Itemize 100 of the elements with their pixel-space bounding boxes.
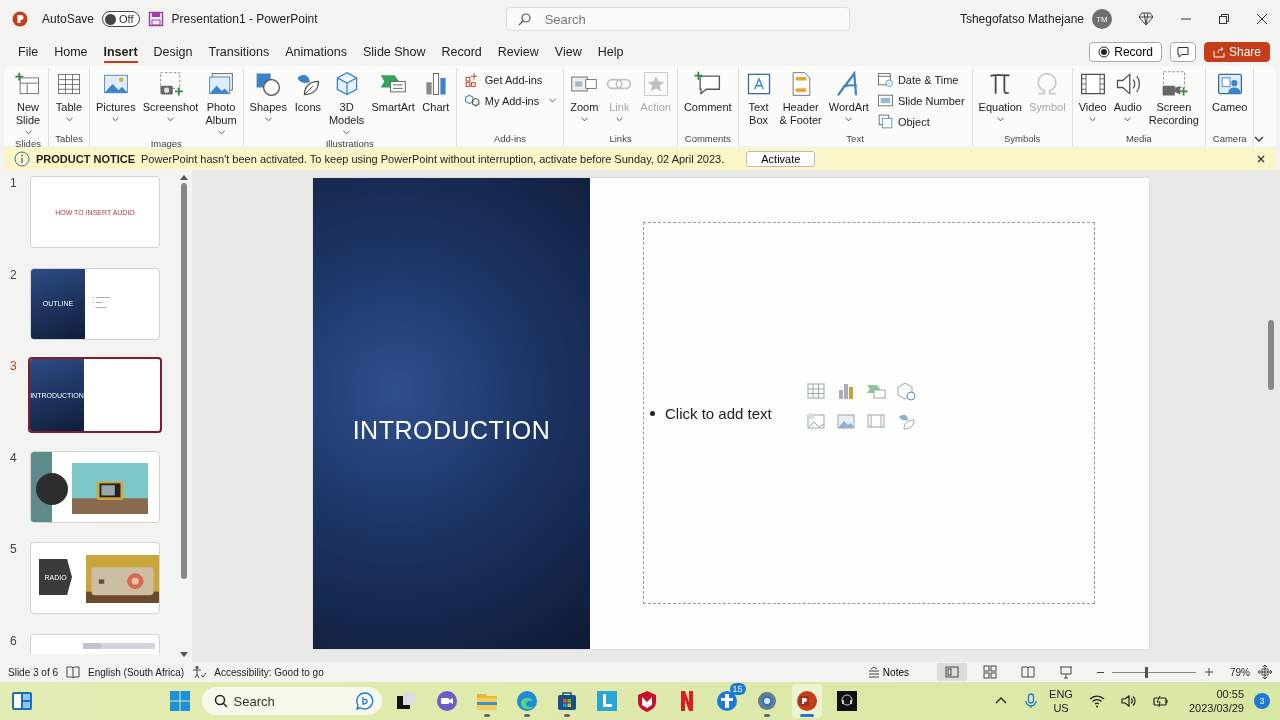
notice-message: PowerPoint hasn't been activated. To keep using PowerPoint without interruption, activate before Sunday, 02 April 2023.	[141, 153, 725, 165]
chat-bubble-icon[interactable]	[355, 692, 374, 710]
autosave-label: AutoSave	[42, 12, 95, 26]
notification-badge: 15	[729, 683, 746, 695]
slide-number: 2	[10, 267, 18, 284]
ribbon-button[interactable]: New Slide	[11, 68, 45, 137]
diamond-icon[interactable]	[1138, 11, 1154, 27]
video-chat-icon	[434, 689, 459, 713]
taskbar-search-field[interactable]: Search	[201, 687, 382, 715]
record-button[interactable]: Record	[1089, 42, 1162, 62]
ribbon-button[interactable]: Equation	[975, 68, 1025, 124]
ribbon-button[interactable]: Icons	[290, 68, 325, 116]
slide-number: 3	[10, 359, 18, 375]
ribbon-button[interactable]: My Add-ins	[459, 91, 561, 110]
scroll-down-icon[interactable]	[179, 652, 188, 658]
menu-tab[interactable]: File	[10, 41, 47, 63]
language-label[interactable]: English (South Africa)	[88, 666, 185, 678]
widgets-icon[interactable]	[10, 689, 34, 713]
ribbon-button[interactable]: Slide Number	[872, 91, 969, 110]
ribbon-button[interactable]: Date & Time	[872, 70, 969, 89]
table-icon[interactable]	[805, 381, 826, 401]
menu-tab[interactable]: Transitions	[200, 41, 278, 63]
slide-thumbnail[interactable]	[30, 633, 160, 654]
bullet-lines-drawing	[93, 296, 110, 308]
comments-button[interactable]	[1169, 42, 1196, 62]
ribbon-button[interactable]: Video	[1075, 68, 1110, 124]
scroll-up-icon[interactable]	[179, 174, 188, 180]
accessibility-icon[interactable]	[192, 665, 207, 679]
ribbon-group-label: Slides	[15, 137, 41, 151]
keyboard-region[interactable]: US	[1053, 701, 1069, 715]
wifi-icon[interactable]	[1088, 693, 1105, 709]
scrollbar-thumb[interactable]	[1268, 320, 1274, 390]
notes-button[interactable]: Notes	[861, 665, 915, 679]
menu-tab[interactable]: Record	[433, 41, 490, 63]
ribbon-button[interactable]: Audio	[1110, 68, 1145, 124]
activate-button[interactable]: Activate	[746, 151, 816, 167]
menu-tab[interactable]: Review	[489, 41, 547, 63]
zoom-level[interactable]: 79%	[1230, 666, 1250, 678]
ribbon-button[interactable]: Object	[872, 112, 969, 131]
notification-badge[interactable]: 3	[1254, 693, 1270, 709]
slide-counter: Slide 3 of 6	[8, 666, 59, 678]
clock-time[interactable]: 00:55	[1216, 687, 1244, 701]
menu-tab[interactable]: Animations	[277, 41, 355, 63]
microphone-icon[interactable]	[1023, 693, 1040, 709]
content-placeholder[interactable]: Click to add text	[643, 222, 1095, 604]
menu-tab[interactable]: Insert	[95, 41, 146, 63]
slide-number: 4	[10, 450, 18, 467]
fit-to-window-icon[interactable]	[1258, 665, 1272, 679]
ribbon-button[interactable]: Cameo	[1208, 68, 1251, 116]
ribbon-button[interactable]: Screen Recording	[1145, 68, 1202, 129]
notes-icon	[867, 666, 880, 678]
volume-icon[interactable]	[1120, 693, 1137, 709]
placeholder-text: Click to add text	[665, 404, 772, 422]
taskbar-app[interactable]	[791, 684, 822, 718]
ribbon-button[interactable]: Header & Footer	[776, 68, 825, 129]
running-indicator	[799, 714, 814, 717]
accessibility-status[interactable]: Accessibility: Good to go	[214, 666, 324, 678]
ribbon-button[interactable]: 3D Models	[325, 68, 368, 137]
autosave-toggle[interactable]: Off	[102, 11, 140, 27]
scrollbar-thumb[interactable]	[180, 183, 187, 579]
menu-tab[interactable]: Slide Show	[355, 41, 434, 63]
menu-tab[interactable]: View	[546, 41, 590, 63]
close-icon[interactable]	[1256, 13, 1268, 25]
restore-icon[interactable]	[1218, 13, 1230, 25]
normal-view-icon[interactable]	[937, 663, 967, 681]
ribbon-button[interactable]: Comment	[680, 68, 735, 116]
comment-icon	[1176, 46, 1189, 58]
ribbon-button[interactable]: Chart	[418, 68, 453, 116]
app-tile-icon	[594, 689, 619, 713]
ribbon-button[interactable]: Get Add-ins	[459, 70, 561, 89]
search-field[interactable]: Search	[505, 7, 850, 31]
user-avatar[interactable]: TM	[1092, 9, 1112, 29]
zoom-in-icon[interactable]	[1204, 667, 1214, 677]
ribbon-button[interactable]: Table	[52, 68, 86, 124]
ribbon-group-label: Media	[1125, 132, 1152, 146]
save-icon[interactable]	[147, 11, 164, 27]
input-language[interactable]: ENG	[1049, 687, 1073, 701]
ribbon-button[interactable]: Shapes	[246, 68, 290, 124]
ribbon-group-label: Illustrations	[325, 137, 374, 151]
clock-date[interactable]: 2023/03/29	[1188, 701, 1244, 715]
menu-tab[interactable]: Home	[46, 41, 96, 63]
ribbon-button[interactable]: SmartArt	[368, 68, 418, 116]
slide-number: 1	[10, 176, 18, 192]
ribbon-button[interactable]: Zoom	[567, 68, 602, 124]
ribbon-button[interactable]: WordArt	[825, 68, 872, 124]
start-icon[interactable]	[167, 689, 192, 713]
ribbon-button[interactable]: Text Box	[741, 68, 776, 129]
slide-thumbnail[interactable]	[30, 450, 160, 523]
ribbon-group-label: Camera	[1212, 132, 1247, 146]
ribbon-button[interactable]: Pictures	[93, 68, 139, 124]
battery-icon[interactable]	[1152, 693, 1169, 709]
close-icon[interactable]	[1256, 154, 1266, 164]
picture-icon[interactable]	[805, 411, 826, 431]
collapse-ribbon-icon[interactable]	[1254, 136, 1264, 142]
ribbon-button[interactable]: Screenshot	[139, 68, 202, 124]
share-button[interactable]: Share	[1203, 42, 1270, 62]
ribbon-button[interactable]: Photo Album	[202, 68, 240, 137]
menu-tab[interactable]: Design	[145, 41, 201, 63]
book-icon[interactable]	[66, 665, 81, 679]
menu-tab[interactable]: Help	[589, 41, 632, 63]
